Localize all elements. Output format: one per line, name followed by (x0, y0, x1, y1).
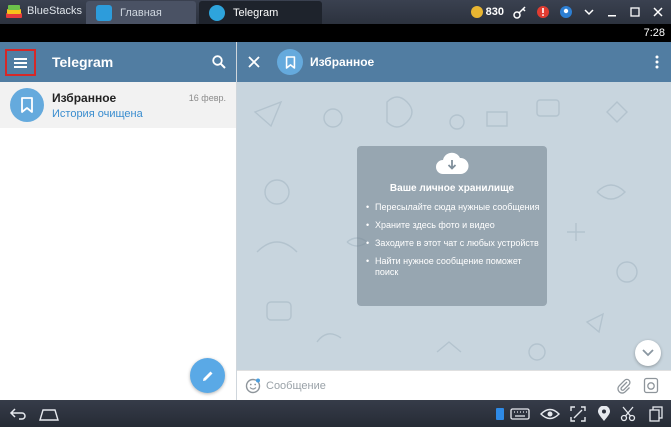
eye-icon[interactable] (540, 406, 560, 422)
chat-name: Избранное (52, 91, 117, 105)
maximize-icon[interactable] (628, 5, 642, 19)
back-icon[interactable] (8, 406, 28, 422)
more-options-icon[interactable] (655, 55, 659, 69)
location-icon[interactable] (597, 406, 611, 422)
home-icon (96, 4, 112, 21)
emulator-toolbar: 830 (470, 4, 665, 20)
hamburger-menu-button[interactable] (5, 49, 36, 76)
attach-icon[interactable] (616, 378, 632, 394)
chat-panel: Избранное Ваше личное хранилище • Пересы… (237, 42, 671, 400)
chat-title: Избранное (310, 55, 375, 69)
chat-date: 16 февр. (188, 93, 226, 103)
avatar (10, 88, 44, 122)
bookmark-icon (285, 55, 295, 69)
info-item: Заходите в этот чат с любых устройств (365, 238, 541, 249)
info-item: Храните здесь фото и видео (365, 220, 541, 231)
cloud-download-icon (436, 152, 469, 174)
chat-last-message: История очищена (52, 108, 143, 120)
close-window-icon[interactable] (651, 5, 665, 19)
info-item: Пересылайте сюда нужные сообщения (365, 202, 541, 213)
close-icon[interactable] (246, 54, 262, 70)
key-icon[interactable] (513, 5, 527, 19)
info-list: Пересылайте сюда нужные сообщения Хранит… (365, 202, 541, 285)
emulator-title-bar: BlueStacks Главная Telegram 830 (0, 0, 671, 24)
tab-home-label: Главная (120, 6, 162, 19)
keyboard-icon[interactable] (510, 406, 530, 422)
emulator-bottom-bar (0, 400, 671, 427)
pencil-icon (202, 371, 212, 381)
minimize-icon[interactable] (605, 5, 619, 19)
camera-icon[interactable] (643, 377, 659, 394)
saved-messages-info-card: Ваше личное хранилище Пересылайте сюда н… (357, 146, 547, 306)
settings-menu-icon[interactable] (582, 5, 596, 19)
alert-icon[interactable] (536, 5, 550, 19)
portrait-toggle-icon[interactable] (494, 406, 506, 422)
emoji-icon[interactable] (245, 378, 261, 394)
home-button-icon[interactable] (38, 406, 60, 422)
coins-value: 830 (485, 6, 504, 18)
status-time: 7:28 (643, 27, 665, 39)
status-bar: 7:28 (0, 24, 671, 42)
chat-avatar[interactable] (277, 49, 303, 75)
app-title: Telegram (52, 54, 114, 70)
search-icon[interactable] (211, 54, 227, 70)
account-icon[interactable] (559, 5, 573, 19)
info-item: Найти нужное сообщение поможет поиск (365, 256, 541, 278)
emulator-brand: BlueStacks (27, 5, 83, 17)
bluestacks-logo-icon (6, 5, 22, 18)
tab-telegram[interactable]: Telegram (199, 1, 322, 24)
tab-home[interactable]: Главная (86, 1, 196, 24)
tab-telegram-label: Telegram (233, 6, 279, 19)
chat-header: Избранное (237, 42, 671, 82)
chevron-down-icon (642, 349, 654, 357)
message-composer (237, 370, 671, 400)
chat-list-header: Telegram (0, 42, 236, 82)
telegram-icon (209, 4, 225, 21)
chat-list-panel: Telegram Избранное 16 февр. История очищ… (0, 42, 236, 400)
info-title: Ваше личное хранилище (389, 183, 515, 194)
new-message-button[interactable] (190, 358, 225, 393)
copy-icon[interactable] (648, 406, 664, 422)
scissors-icon[interactable] (620, 406, 636, 422)
bookmark-icon (21, 97, 33, 113)
coin-icon (470, 6, 483, 18)
fullscreen-icon[interactable] (570, 406, 586, 422)
scroll-down-button[interactable] (635, 340, 661, 366)
message-input[interactable] (266, 377, 606, 395)
hamburger-icon (14, 57, 27, 68)
coins-counter[interactable]: 830 (470, 6, 504, 18)
chat-list-item[interactable]: Избранное 16 февр. История очищена (0, 82, 236, 128)
